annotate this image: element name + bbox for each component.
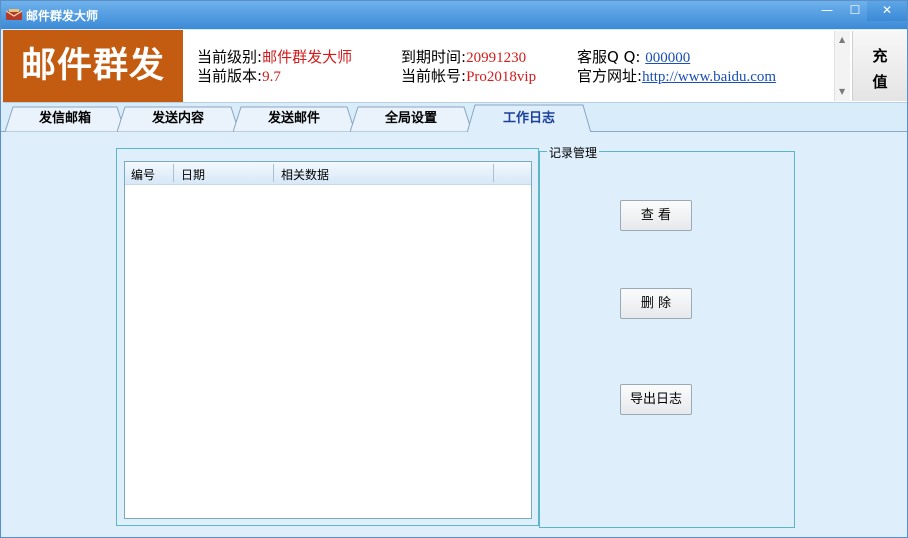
tab-bar: 发信邮箱 发送内容 发送邮件 全局设置 工作日志 — [1, 104, 907, 133]
recharge-button[interactable]: 充 值 — [852, 31, 907, 101]
record-management-group: 记录管理 查 看 删 除 导出日志 — [539, 144, 795, 528]
minimize-button[interactable]: — — [813, 1, 841, 21]
work-log-panel: 编号 日期 相关数据 记录管理 查 看 删 除 导出日志 — [3, 132, 907, 537]
column-header-data[interactable]: 相关数据 — [281, 166, 329, 183]
account-value: Pro2018vip — [466, 69, 537, 85]
view-button[interactable]: 查 看 — [620, 200, 692, 231]
expire-value: 20991230 — [466, 50, 527, 66]
window-title: 邮件群发大师 — [26, 9, 99, 23]
column-divider[interactable] — [273, 164, 274, 182]
log-table-header: 编号 日期 相关数据 — [125, 162, 531, 185]
tab-label: 全局设置 — [384, 111, 437, 126]
app-icon — [6, 9, 22, 20]
scroll-down-icon[interactable]: ▼ — [839, 87, 845, 96]
tab-send-mail[interactable]: 发送邮件 — [233, 106, 355, 132]
version-value: 9.7 — [262, 69, 281, 85]
recharge-label-2: 值 — [872, 73, 888, 91]
qq-link[interactable]: 000000 — [645, 50, 690, 66]
column-divider[interactable] — [493, 164, 494, 182]
recharge-label-1: 充 — [872, 47, 888, 65]
account-label: 当前帐号: — [401, 67, 467, 85]
logo: 邮件群发 — [3, 30, 183, 102]
group-title: 记录管理 — [547, 144, 600, 161]
tab-label: 发信邮箱 — [38, 111, 91, 126]
site-info: 官方网址:http://www.baidu.com — [577, 66, 776, 87]
column-divider[interactable] — [173, 164, 174, 182]
scroll-up-icon[interactable]: ▲ — [839, 35, 845, 44]
column-header-id[interactable]: 编号 — [131, 166, 155, 183]
tab-label: 发送内容 — [151, 111, 204, 126]
close-button[interactable]: ✕ — [867, 1, 907, 21]
log-list-frame: 编号 日期 相关数据 — [116, 148, 539, 526]
tab-send-content[interactable]: 发送内容 — [117, 106, 239, 132]
delete-button[interactable]: 删 除 — [620, 288, 692, 319]
tab-global-settings[interactable]: 全局设置 — [350, 106, 472, 132]
version-info: 当前版本:9.7 — [197, 66, 281, 87]
qq-info: 客服Q Q: 000000 — [577, 47, 690, 68]
account-info-header: 邮件群发 当前级别:邮件群发大师 当前版本:9.7 到期时间:20991230 … — [3, 30, 907, 103]
maximize-button[interactable]: ☐ — [841, 1, 869, 21]
log-table[interactable]: 编号 日期 相关数据 — [124, 161, 532, 519]
export-log-button[interactable]: 导出日志 — [620, 384, 692, 415]
tab-work-log[interactable]: 工作日志 — [467, 104, 591, 133]
column-header-date[interactable]: 日期 — [181, 166, 205, 183]
app-window: 邮件群发大师 — ☐ ✕ 邮件群发 当前级别:邮件群发大师 当前版本:9.7 到… — [0, 0, 908, 538]
level-value: 邮件群发大师 — [262, 48, 353, 66]
level-label: 当前级别: — [197, 48, 263, 66]
level-info: 当前级别:邮件群发大师 — [197, 47, 352, 67]
expire-info: 到期时间:20991230 — [401, 47, 526, 68]
tab-label: 工作日志 — [502, 111, 555, 126]
site-link[interactable]: http://www.baidu.com — [642, 69, 776, 85]
version-label: 当前版本: — [197, 67, 263, 85]
expire-label: 到期时间: — [401, 48, 467, 66]
tab-label: 发送邮件 — [267, 111, 320, 126]
site-label: 官方网址: — [577, 67, 643, 85]
title-bar[interactable]: 邮件群发大师 — ☐ ✕ — [1, 1, 907, 29]
tab-sender-mailbox[interactable]: 发信邮箱 — [5, 106, 125, 132]
account-info: 当前帐号:Pro2018vip — [401, 66, 536, 87]
qq-label: 客服Q Q: — [577, 48, 646, 66]
header-scrollbar[interactable]: ▲ ▼ — [834, 31, 850, 101]
